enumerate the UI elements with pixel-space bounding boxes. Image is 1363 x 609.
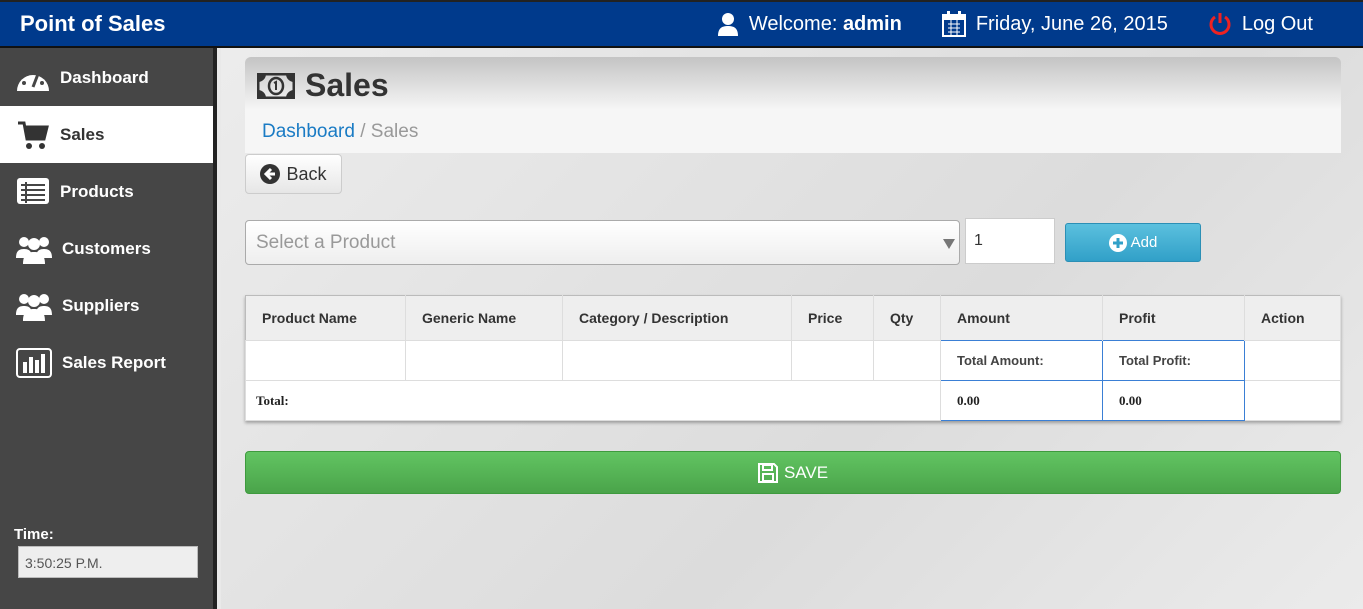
sidebar-item-label: Customers [62,238,151,258]
sidebar-item-sales-report[interactable]: Sales Report [0,334,213,391]
product-select[interactable]: Select a Product [245,220,960,265]
sidebar-item-label: Sales [60,124,105,144]
sidebar-item-sales[interactable]: Sales [0,106,213,163]
breadcrumb-dashboard[interactable]: Dashboard [262,121,355,142]
app-title: Point of Sales [20,11,166,36]
users-icon [16,236,52,264]
username: admin [842,12,902,35]
logout-label: Log Out [1241,12,1313,35]
main-content: Sales Dashboard / Sales Back Select a Pr… [221,48,1363,609]
table-row: Total Amount: Total Profit: [245,340,1341,381]
page-title: Sales [305,67,389,103]
power-icon [1209,13,1231,35]
cell [562,340,792,381]
total-amount-value: 0.00 [940,380,1103,421]
table-header-row: Product Name Generic Name Category / Des… [245,295,1341,341]
col-profit: Profit [1102,295,1245,341]
total-profit-label: Total Profit: [1102,340,1245,381]
cart-icon [18,121,49,149]
sidebar-item-customers[interactable]: Customers [0,220,213,277]
date: Friday, June 26, 2015 [941,11,1168,37]
floppy-disk-icon [757,462,778,483]
welcome-prefix: Welcome: [748,12,843,35]
top-bar: Point of Sales Welcome: admin Friday, Ju… [0,0,1363,48]
total-row: Total: 0.00 0.00 [245,380,1341,421]
sidebar-item-label: Suppliers [62,295,140,315]
cell [1244,380,1341,421]
breadcrumb-separator: / [354,121,371,142]
cell [1244,340,1341,381]
breadcrumb-current: Sales [370,121,419,142]
time-label: Time: [14,526,54,543]
sidebar: Dashboard Sales Products Customers Suppl… [0,48,217,609]
calendar-icon [941,11,966,37]
add-button[interactable]: Add [1065,223,1201,262]
users-icon [16,293,52,321]
col-price: Price [791,295,874,341]
back-label: Back [286,163,327,184]
dashboard-icon [17,68,49,91]
col-generic-name: Generic Name [405,295,563,341]
welcome: Welcome: admin [717,12,902,36]
sales-table: Product Name Generic Name Category / Des… [245,295,1341,421]
money-icon [257,72,295,99]
sidebar-item-products[interactable]: Products [0,163,213,220]
list-icon [17,177,49,204]
product-select-placeholder: Select a Product [256,232,396,253]
back-button[interactable]: Back [245,154,342,194]
cell [245,340,406,381]
total-profit-value: 0.00 [1102,380,1245,421]
page-header: Sales Dashboard / Sales [245,57,1341,153]
bar-chart-icon [16,347,52,378]
cell [791,340,874,381]
cell [405,340,563,381]
logout-link[interactable]: Log Out [1208,12,1313,36]
total-amount-label: Total Amount: [940,340,1103,381]
plus-circle-icon [1108,233,1127,252]
sidebar-item-label: Sales Report [62,352,166,372]
sidebar-item-suppliers[interactable]: Suppliers [0,277,213,334]
sidebar-item-dashboard[interactable]: Dashboard [0,49,213,106]
col-category: Category / Description [562,295,792,341]
col-amount: Amount [940,295,1103,341]
sidebar-item-label: Products [60,181,134,201]
col-action: Action [1244,295,1341,341]
total-label: Total: [245,380,941,421]
quantity-input[interactable]: 1 [965,218,1055,264]
cell [873,340,941,381]
arrow-circle-left-icon [260,164,281,184]
col-qty: Qty [873,295,941,341]
date-text: Friday, June 26, 2015 [975,12,1168,35]
breadcrumb: Dashboard / Sales [262,121,418,143]
save-label: SAVE [783,462,829,482]
time-display: 3:50:25 P.M. [18,546,198,578]
caret-down-icon [943,239,955,249]
add-label: Add [1130,234,1158,251]
col-product-name: Product Name [245,295,406,341]
sidebar-item-label: Dashboard [60,67,149,87]
user-icon [717,13,738,36]
save-button[interactable]: SAVE [245,451,1341,494]
